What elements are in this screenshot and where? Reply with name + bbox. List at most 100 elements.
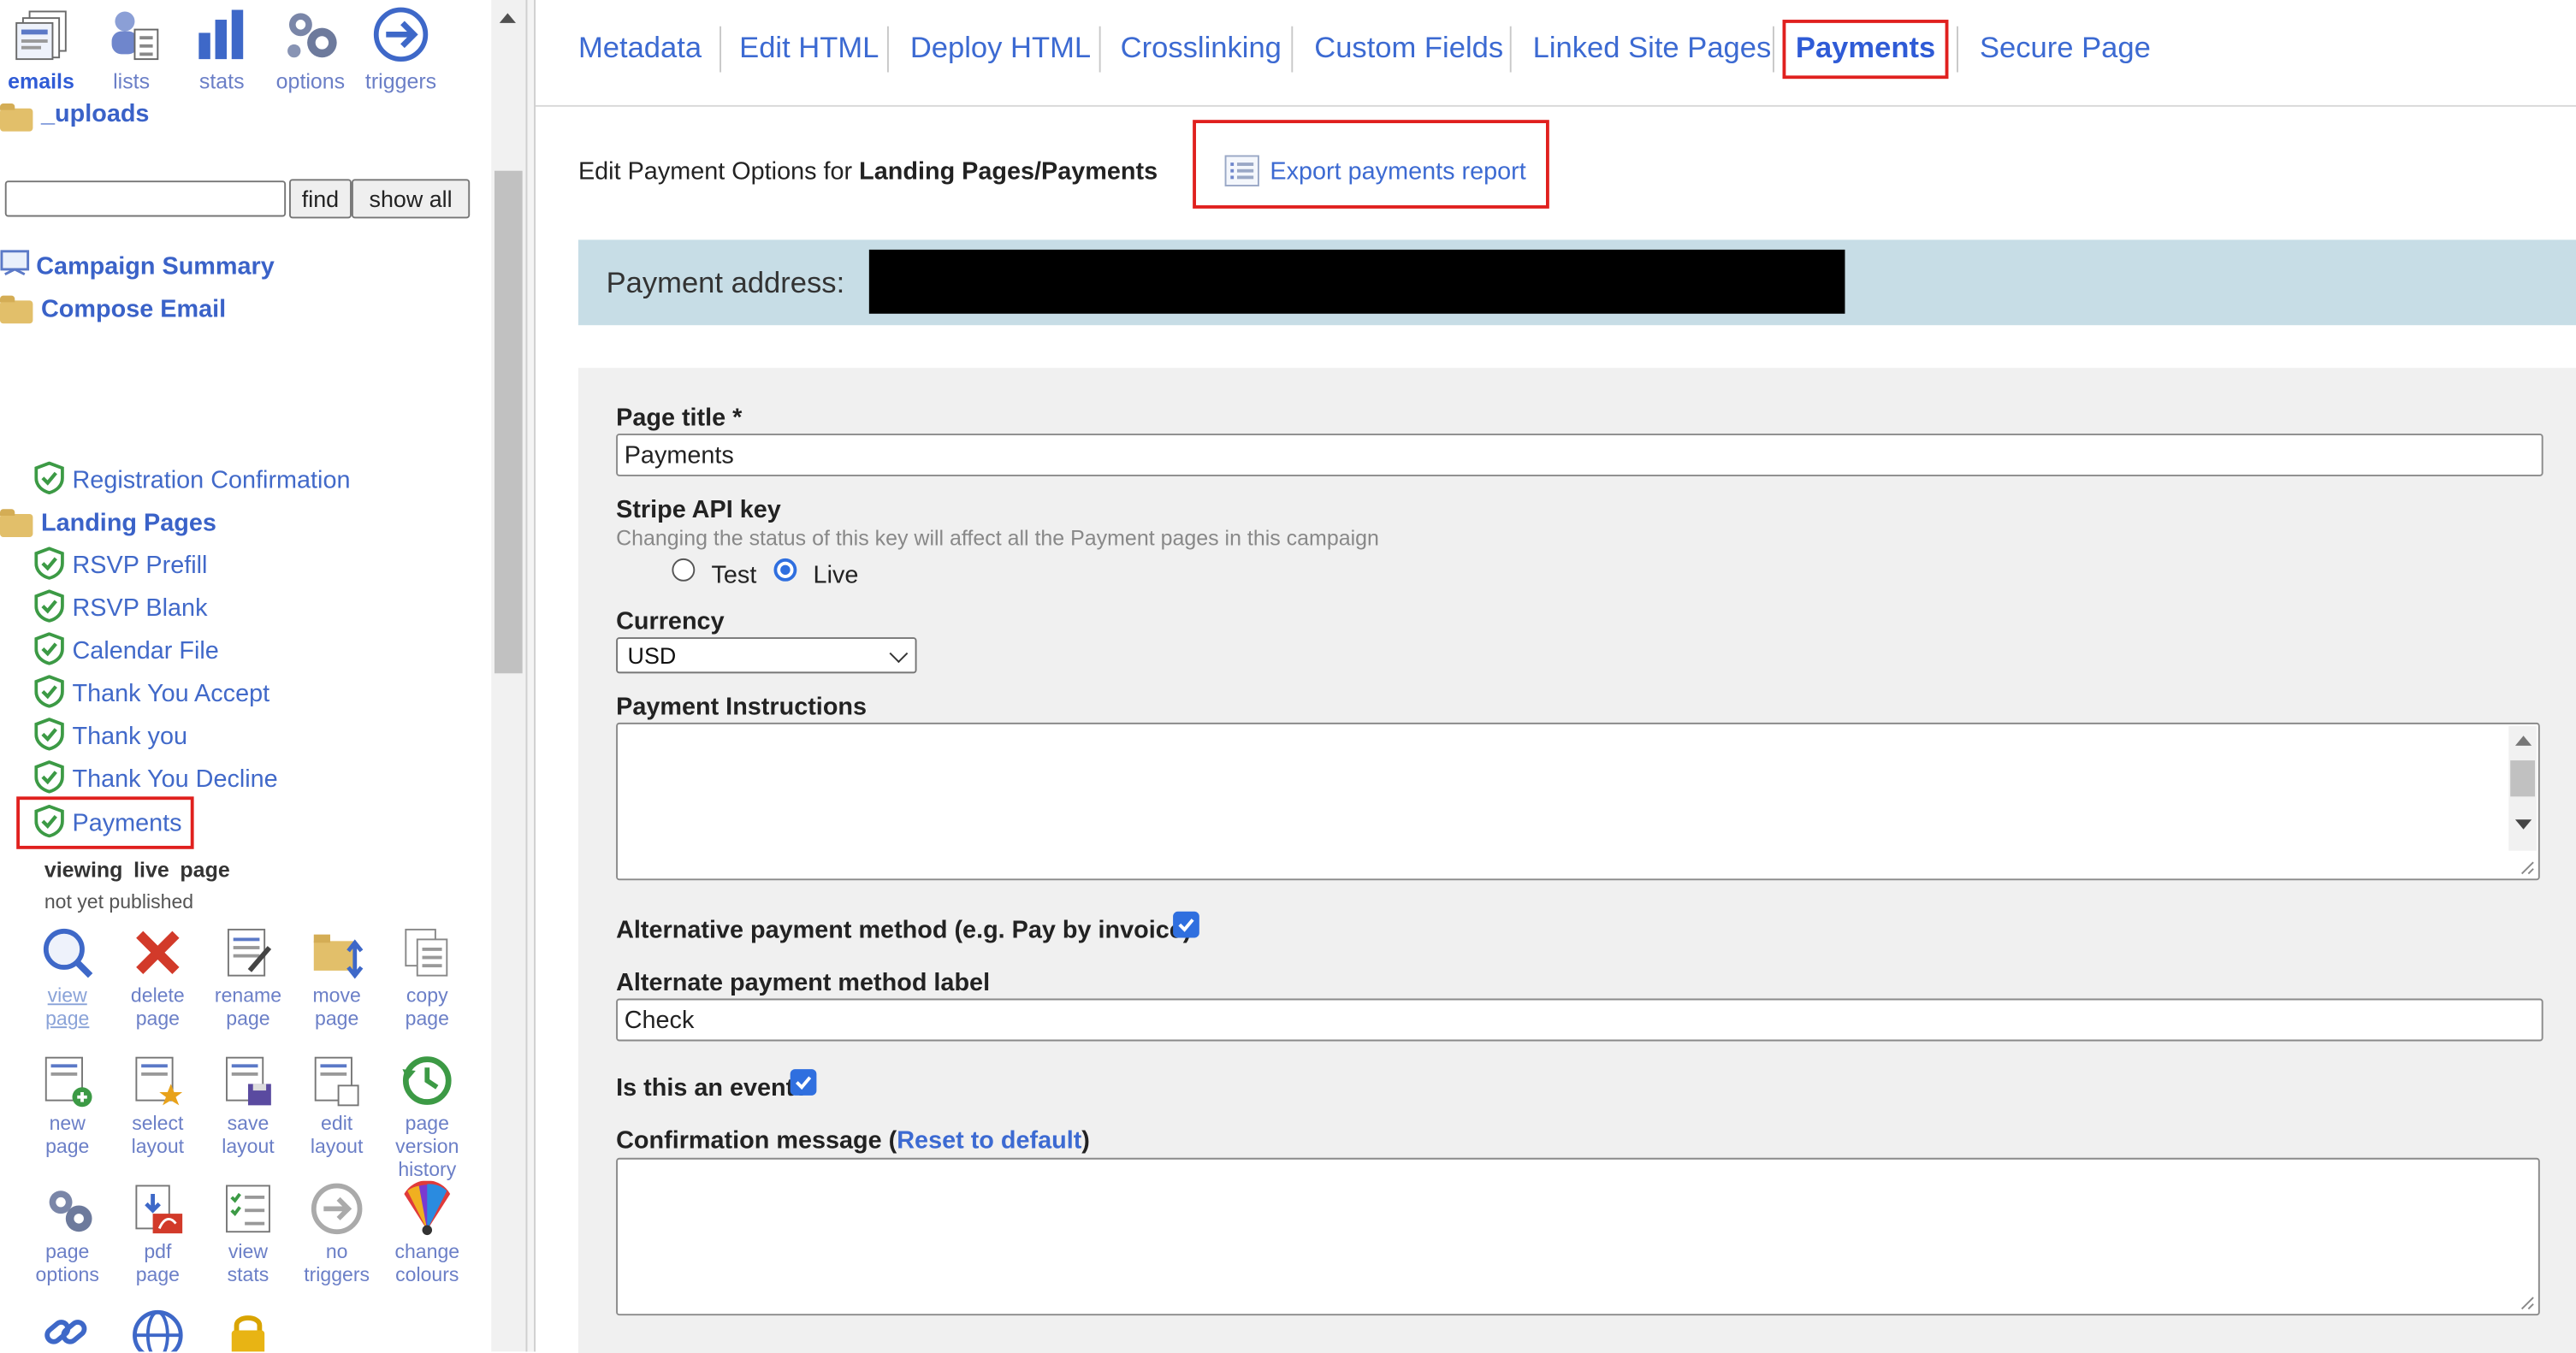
- page-title-label: Page title *: [616, 404, 743, 433]
- stats-icon: [198, 9, 244, 60]
- reset-to-default-link[interactable]: Reset to default: [897, 1126, 1081, 1155]
- sidebar-page-item[interactable]: Thank You Accept: [72, 680, 269, 708]
- landing-pages-folder[interactable]: Landing Pages: [41, 509, 216, 537]
- scroll-up-icon[interactable]: [499, 13, 516, 23]
- sidebar-page-item[interactable]: Calendar File: [72, 637, 218, 665]
- tool-label: view stats: [227, 1239, 269, 1286]
- stripe-live-radio[interactable]: [773, 558, 797, 582]
- tab-deploy-html[interactable]: Deploy HTML: [910, 31, 1091, 65]
- tab-edit-html[interactable]: Edit HTML: [739, 31, 879, 65]
- lists-icon: [111, 11, 159, 61]
- tool-no-triggers[interactable]: no triggers: [291, 1181, 383, 1286]
- copy-icon: [405, 928, 448, 977]
- find-button[interactable]: find: [288, 179, 352, 219]
- export-highlight: [1193, 120, 1549, 209]
- alt-label-input[interactable]: [616, 998, 2543, 1042]
- tool-history[interactable]: page version history: [382, 1053, 474, 1181]
- tool-colours[interactable]: change colours: [382, 1180, 474, 1286]
- show-all-button[interactable]: show all: [351, 179, 471, 219]
- sidebar-page-item[interactable]: Thank you: [72, 723, 187, 751]
- nav-lists[interactable]: lists: [86, 7, 178, 94]
- confirmation-label: Confirmation message (Reset to default): [616, 1126, 1090, 1155]
- tab-custom-fields[interactable]: Custom Fields: [1314, 31, 1503, 65]
- scroll-thumb[interactable]: [494, 170, 523, 674]
- resize-handle-icon[interactable]: [2519, 1294, 2535, 1310]
- globe-icon[interactable]: [130, 1309, 186, 1352]
- panel-divider[interactable]: [525, 0, 536, 1352]
- scroll-thumb[interactable]: [2510, 760, 2536, 797]
- nav-options[interactable]: options: [264, 7, 357, 94]
- delete-icon: [136, 931, 180, 974]
- tab-separator: [1773, 26, 1774, 73]
- tab-linked-site-pages[interactable]: Linked Site Pages: [1533, 31, 1772, 65]
- sidebar-page-item[interactable]: RSVP Blank: [72, 594, 207, 623]
- confirmation-textarea[interactable]: [616, 1157, 2540, 1316]
- edit-header-path: Landing Pages/Payments: [859, 157, 1158, 186]
- scroll-up-icon[interactable]: [2514, 736, 2532, 746]
- sidebar-search-input[interactable]: [4, 180, 287, 217]
- nav-stats[interactable]: stats: [175, 7, 268, 94]
- payment-address-bar: Payment address:: [577, 239, 2576, 326]
- instructions-textarea[interactable]: [616, 722, 2540, 881]
- sidebar-page-item[interactable]: Thank You Decline: [72, 765, 277, 794]
- tool-save-layout[interactable]: save layout: [202, 1053, 294, 1158]
- tool-move[interactable]: move page: [291, 925, 383, 1030]
- payments-highlight: [16, 796, 194, 849]
- tool-edit-layout[interactable]: edit layout: [291, 1053, 383, 1158]
- lock-icon[interactable]: [220, 1309, 275, 1352]
- tool-label: move page: [312, 984, 361, 1031]
- tool-label: page options: [35, 1239, 99, 1286]
- tool-label: no triggers: [304, 1239, 370, 1286]
- nav-triggers[interactable]: triggers: [355, 7, 447, 94]
- tab-secure-page[interactable]: Secure Page: [1980, 31, 2151, 65]
- shield-check-icon: [34, 718, 64, 751]
- tool-new-page[interactable]: new page: [21, 1053, 114, 1158]
- tool-copy[interactable]: copy page: [382, 925, 474, 1030]
- page-title-input[interactable]: [616, 433, 2543, 476]
- select-layout-icon: [135, 1056, 183, 1106]
- confirmation-label-close: ): [1081, 1126, 1090, 1155]
- tab-metadata[interactable]: Metadata: [578, 31, 702, 65]
- edit-header-prefix: Edit Payment Options for: [577, 157, 860, 186]
- tool-label: select layout: [131, 1112, 185, 1158]
- instructions-label: Payment Instructions: [616, 693, 868, 722]
- chevron-down-icon: [889, 644, 909, 664]
- save-layout-icon: [226, 1056, 271, 1106]
- tab-separator: [1099, 26, 1101, 73]
- folder-icon: [0, 295, 33, 324]
- alt-method-checkbox[interactable]: [1173, 911, 1199, 938]
- payment-form: Page title * Stripe API key Changing the…: [577, 368, 2576, 1353]
- tab-separator: [1957, 26, 1958, 73]
- textarea-scrollbar[interactable]: [2508, 725, 2537, 851]
- scroll-down-icon[interactable]: [2514, 819, 2532, 830]
- sidebar-page-item[interactable]: RSVP Prefill: [72, 552, 207, 580]
- sidebar-scrollbar[interactable]: [491, 0, 526, 1352]
- registration-confirmation-link[interactable]: Registration Confirmation: [72, 466, 350, 494]
- tool-delete[interactable]: delete page: [112, 925, 204, 1030]
- tool-pdf[interactable]: pdf page: [112, 1181, 204, 1286]
- options-gear-icon: [287, 13, 337, 58]
- tool-page-options[interactable]: page options: [21, 1181, 114, 1286]
- currency-select[interactable]: USD: [616, 637, 917, 674]
- campaign-summary-link[interactable]: Campaign Summary: [36, 253, 275, 281]
- link-icon[interactable]: [39, 1309, 95, 1351]
- confirmation-label-text: Confirmation message (: [616, 1126, 897, 1155]
- tool-rename[interactable]: rename page: [202, 925, 294, 1030]
- tool-label: edit layout: [310, 1112, 364, 1158]
- tool-select-layout[interactable]: select layout: [112, 1053, 204, 1158]
- tool-view-stats[interactable]: view stats: [202, 1181, 294, 1286]
- tool-label: page version history: [395, 1112, 459, 1181]
- main-panel: Metadata Edit HTML Deploy HTML Crosslinking…: [536, 0, 2576, 1353]
- stripe-test-radio[interactable]: [672, 558, 696, 582]
- tab-separator: [886, 26, 889, 73]
- stripe-test-label: Test: [711, 561, 757, 590]
- tab-bar: Metadata Edit HTML Deploy HTML Crosslinking…: [536, 0, 2576, 107]
- tool-label: view page: [45, 984, 90, 1031]
- compose-email-link[interactable]: Compose Email: [41, 296, 226, 324]
- uploads-folder[interactable]: _uploads: [41, 100, 149, 128]
- tool-view-page[interactable]: view page: [21, 925, 114, 1030]
- nav-emails[interactable]: emails: [0, 7, 87, 94]
- resize-handle-icon[interactable]: [2519, 859, 2535, 875]
- tab-crosslinking[interactable]: Crosslinking: [1121, 31, 1282, 65]
- is-event-checkbox[interactable]: [790, 1069, 817, 1096]
